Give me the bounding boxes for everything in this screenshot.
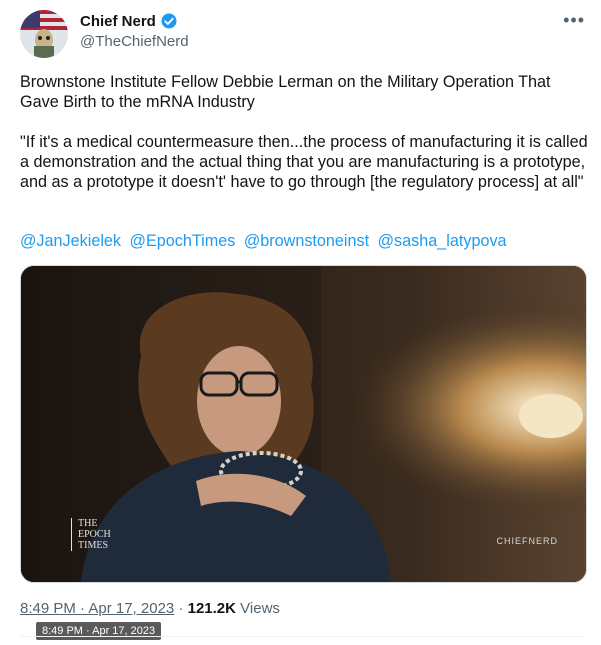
mention-link[interactable]: @JanJekielek [20, 232, 121, 250]
views-label: Views [240, 600, 280, 617]
meta-separator: · [178, 600, 184, 617]
watermark-line: THE [78, 518, 98, 529]
mention-link[interactable]: @sasha_latypova [378, 232, 507, 250]
timestamp-link[interactable]: 8:49 PM · Apr 17, 2023 [20, 600, 174, 617]
author-name-row[interactable]: Chief Nerd [80, 12, 178, 30]
tweet-meta: 8:49 PM · Apr 17, 2023 · 121.2K Views [20, 600, 280, 617]
tweet-paragraph-1: Brownstone Institute Fellow Debbie Lerma… [20, 73, 551, 111]
timestamp-tooltip: 8:49 PM · Apr 17, 2023 [36, 622, 162, 640]
tweet-paragraph-2: "If it's a medical countermeasure then..… [20, 133, 588, 191]
views-count: 121.2K [187, 600, 236, 617]
avatar[interactable] [20, 10, 68, 58]
watermark-line: TIMES [78, 540, 108, 551]
divider [20, 636, 585, 637]
watermark-line: EPOCH [78, 529, 111, 540]
video-media[interactable]: THE EPOCH TIMES CHIEFNERD [20, 265, 587, 583]
mentions: @JanJekielek @EpochTimes @brownstoneinst… [20, 232, 511, 251]
mention-link[interactable]: @EpochTimes [130, 232, 236, 250]
mention-link[interactable]: @brownstoneinst [244, 232, 369, 250]
author-handle[interactable]: @TheChiefNerd [80, 33, 189, 50]
verified-badge-icon [160, 12, 178, 30]
epoch-times-watermark: THE EPOCH TIMES [71, 518, 111, 551]
tweet-text: Brownstone Institute Fellow Debbie Lerma… [20, 72, 590, 192]
author-name[interactable]: Chief Nerd [80, 13, 156, 30]
avatar-image [20, 10, 68, 58]
chiefnerd-watermark: CHIEFNERD [496, 536, 558, 546]
more-icon[interactable]: ••• [563, 10, 585, 31]
